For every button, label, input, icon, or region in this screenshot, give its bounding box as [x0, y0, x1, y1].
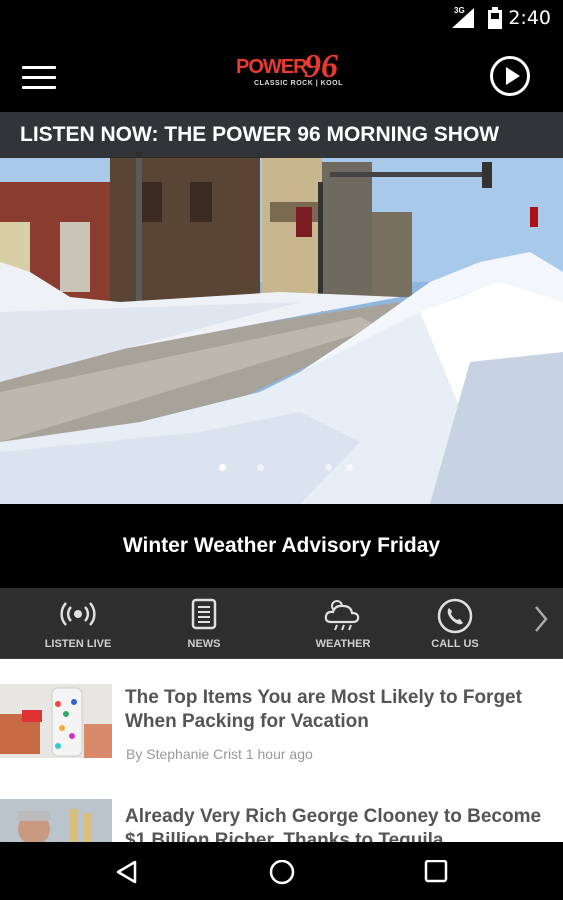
- quick-nav-news[interactable]: NEWS: [174, 588, 234, 658]
- battery-icon: [488, 7, 502, 29]
- listen-now-banner[interactable]: LISTEN NOW: THE POWER 96 MORNING SHOW: [0, 112, 563, 158]
- news-doc-icon: [191, 598, 217, 630]
- slider-dots: [0, 464, 563, 472]
- cloud-rain-icon: [324, 600, 360, 631]
- station-logo: POWER 96 CLASSIC ROCK | KOOL: [236, 48, 343, 87]
- chevron-right-icon[interactable]: [533, 604, 549, 634]
- radio-waves-icon: [60, 602, 96, 626]
- quick-nav: LISTEN LIVE NEWS WEATHER CALL US: [0, 588, 563, 659]
- quick-nav-weather[interactable]: WEATHER: [306, 588, 380, 658]
- quick-nav-call-us[interactable]: CALL US: [424, 588, 486, 658]
- recents-icon[interactable]: [424, 860, 448, 884]
- story-byline: By Stephanie Crist 1 hour ago: [126, 746, 313, 762]
- slide-caption[interactable]: Winter Weather Advisory Friday: [0, 504, 563, 588]
- news-feed: The Top Items You are Most Likely to For…: [0, 659, 563, 842]
- home-icon[interactable]: [268, 860, 296, 888]
- status-bar: 3G 2:40: [0, 0, 563, 36]
- signal-icon: [452, 8, 474, 28]
- slider-dot-1[interactable]: [219, 464, 226, 471]
- snow-street-photo: [0, 112, 563, 504]
- story-headline[interactable]: The Top Items You are Most Likely to For…: [125, 686, 555, 734]
- back-icon[interactable]: [115, 860, 139, 884]
- list-item[interactable]: Already Very Rich George Clooney to Beco…: [0, 799, 563, 842]
- quick-nav-listen-live[interactable]: LISTEN LIVE: [40, 588, 116, 658]
- menu-icon[interactable]: [22, 66, 56, 90]
- slider-dot-2[interactable]: [257, 464, 264, 471]
- slider-dot-4[interactable]: [346, 464, 353, 471]
- system-nav-bar: [0, 842, 563, 900]
- story-thumbnail[interactable]: [0, 684, 112, 758]
- slider-dot-3[interactable]: [325, 464, 332, 471]
- hero-image[interactable]: [0, 112, 563, 504]
- story-thumbnail[interactable]: [0, 799, 112, 842]
- play-icon: [506, 67, 520, 85]
- story-headline[interactable]: Already Very Rich George Clooney to Beco…: [125, 805, 555, 842]
- play-button[interactable]: [490, 56, 530, 96]
- list-item[interactable]: The Top Items You are Most Likely to For…: [0, 684, 563, 794]
- phone-icon: [437, 598, 473, 634]
- clock: 2:40: [508, 7, 551, 29]
